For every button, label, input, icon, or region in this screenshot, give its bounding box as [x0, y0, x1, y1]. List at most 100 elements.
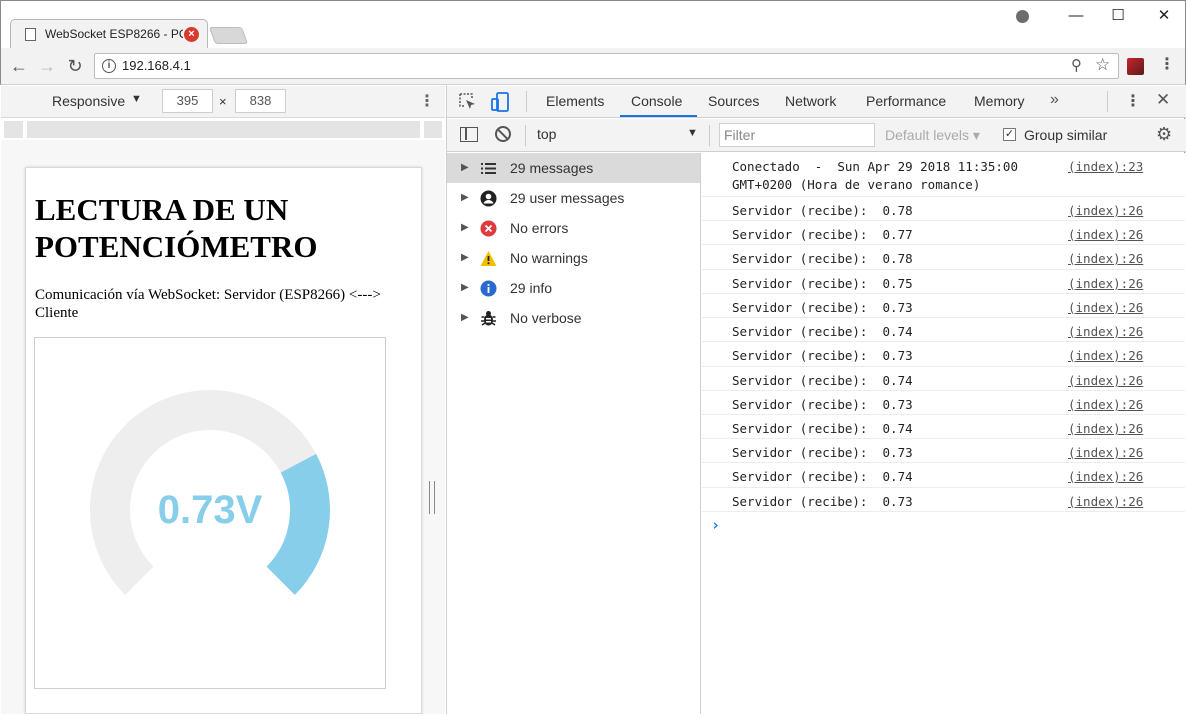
log-source-link[interactable]: (index):26	[1068, 202, 1143, 220]
browser-menu-icon[interactable]: ⋮	[1159, 54, 1175, 74]
active-tab-indicator	[620, 115, 697, 117]
log-row: Servidor (recibe): 0.78 (index):26	[702, 245, 1185, 270]
error-icon	[480, 220, 497, 237]
log-source-link[interactable]: (index):26	[1068, 468, 1143, 486]
ruler-segment[interactable]	[424, 121, 442, 138]
tab-sources[interactable]: Sources	[708, 93, 759, 109]
log-source-link[interactable]: (index):26	[1068, 347, 1143, 365]
log-source-link[interactable]: (index):23	[1068, 158, 1143, 176]
sidebar-toggle-icon[interactable]	[460, 127, 478, 142]
device-more-icon[interactable]: ⋮	[419, 91, 435, 111]
gear-icon[interactable]: ⚙	[1156, 124, 1172, 145]
ruler-segment[interactable]	[27, 121, 420, 138]
sidebar-item-label: No warnings	[510, 250, 588, 266]
log-row: Servidor (recibe): 0.73 (index):26	[702, 342, 1185, 367]
pane-resize-handle[interactable]	[429, 481, 435, 514]
console-log: Conectado - Sun Apr 29 2018 11:35:00 GMT…	[702, 153, 1185, 714]
expand-arrow-icon[interactable]: ▶	[461, 282, 469, 293]
console-prompt[interactable]: ›	[702, 516, 1185, 538]
caret-down-icon[interactable]: ▼	[687, 127, 698, 139]
address-bar[interactable]: i 192.168.4.1 ⚲ ☆	[94, 53, 1119, 79]
devtools-panel: Elements Console Sources Network Perform…	[446, 86, 1186, 714]
log-source-link[interactable]: (index):26	[1068, 420, 1143, 438]
ruler-segment[interactable]	[4, 121, 23, 138]
tab-memory[interactable]: Memory	[974, 93, 1025, 109]
extension-icon[interactable]	[1127, 58, 1144, 75]
log-message: Conectado - Sun Apr 29 2018 11:35:00 GMT…	[732, 159, 1018, 192]
tab-console[interactable]: Console	[631, 93, 682, 109]
profile-button[interactable]	[1007, 5, 1037, 27]
log-message: Servidor (recibe): 0.73	[732, 397, 913, 412]
info-icon	[480, 280, 497, 297]
device-toolbar: Responsive ▼ 395 × 838 ⋮	[1, 86, 445, 118]
log-source-link[interactable]: (index):26	[1068, 323, 1143, 341]
clear-console-icon[interactable]	[495, 126, 511, 142]
log-levels-select[interactable]: Default levels ▾	[885, 127, 980, 144]
toolbar-separator	[709, 125, 710, 146]
expand-arrow-icon[interactable]: ▶	[461, 162, 469, 173]
bookmark-star-icon[interactable]: ☆	[1095, 55, 1110, 75]
sidebar-item-messages[interactable]: ▶ 29 messages	[447, 153, 700, 183]
sidebar-item-warnings[interactable]: ▶ No warnings	[447, 243, 700, 273]
log-row: Servidor (recibe): 0.75 (index):26	[702, 270, 1185, 294]
log-source-link[interactable]: (index):26	[1068, 275, 1143, 293]
close-window-button[interactable]: ✕	[1149, 5, 1179, 27]
sidebar-item-errors[interactable]: ▶ No errors	[447, 213, 700, 243]
log-source-link[interactable]: (index):26	[1068, 299, 1143, 317]
close-devtools-icon[interactable]: ✕	[1156, 90, 1170, 110]
sidebar-item-info[interactable]: ▶ 29 info	[447, 273, 700, 303]
expand-arrow-icon[interactable]: ▶	[461, 252, 469, 263]
device-width-input[interactable]: 395	[162, 89, 213, 113]
page-subtitle: Comunicación vía WebSocket: Servidor (ES…	[35, 287, 381, 321]
more-tabs-icon[interactable]: »	[1050, 91, 1059, 109]
log-source-link[interactable]: (index):26	[1068, 396, 1143, 414]
devtools-menu-icon[interactable]: ⋮	[1125, 91, 1141, 111]
tab-performance[interactable]: Performance	[866, 93, 946, 109]
reload-button[interactable]: ↻	[64, 55, 86, 77]
context-select[interactable]: top	[537, 126, 556, 142]
log-row: Servidor (recibe): 0.77 (index):26	[702, 221, 1185, 245]
back-button[interactable]: ←	[8, 55, 30, 77]
log-row: Servidor (recibe): 0.78 (index):26	[702, 197, 1185, 221]
tab-title: WebSocket ESP8266 - POTENCIÓMETRO	[45, 27, 183, 41]
toolbar-separator	[525, 125, 526, 146]
log-message: Servidor (recibe): 0.78	[732, 203, 913, 218]
sidebar-item-label: 29 info	[510, 280, 553, 296]
log-row: Servidor (recibe): 0.74 (index):26	[702, 463, 1185, 488]
tab-close-icon[interactable]: ×	[184, 27, 199, 42]
user-icon	[480, 190, 497, 207]
minimize-button[interactable]: —	[1061, 5, 1091, 27]
log-row: Servidor (recibe): 0.74 (index):26	[702, 415, 1185, 439]
log-message: Servidor (recibe): 0.74	[732, 469, 913, 484]
log-source-link[interactable]: (index):26	[1068, 372, 1143, 390]
sidebar-item-verbose[interactable]: ▶ No verbose	[447, 303, 700, 333]
log-row: Servidor (recibe): 0.74 (index):26	[702, 367, 1185, 391]
log-source-link[interactable]: (index):26	[1068, 250, 1143, 268]
log-source-link[interactable]: (index):26	[1068, 493, 1143, 511]
zoom-icon[interactable]: ⚲	[1071, 56, 1082, 74]
forward-button[interactable]: →	[36, 55, 58, 77]
inspect-element-icon[interactable]	[458, 92, 478, 112]
new-tab-button[interactable]	[208, 27, 249, 44]
sidebar-item-label: No verbose	[510, 310, 582, 326]
browser-tab[interactable]: WebSocket ESP8266 - POTENCIÓMETRO ×	[10, 19, 208, 49]
expand-arrow-icon[interactable]: ▶	[461, 312, 469, 323]
device-mode-select[interactable]: Responsive	[52, 93, 125, 109]
caret-down-icon[interactable]: ▼	[131, 93, 142, 105]
tab-elements[interactable]: Elements	[546, 93, 604, 109]
maximize-button[interactable]: ☐	[1103, 5, 1133, 27]
device-toggle-icon[interactable]	[491, 92, 511, 112]
log-levels-label: Default levels	[885, 127, 970, 143]
tab-separator	[1107, 91, 1108, 112]
device-height-input[interactable]: 838	[235, 89, 286, 113]
sidebar-item-user-messages[interactable]: ▶ 29 user messages	[447, 183, 700, 213]
expand-arrow-icon[interactable]: ▶	[461, 192, 469, 203]
log-source-link[interactable]: (index):26	[1068, 226, 1143, 244]
log-source-link[interactable]: (index):26	[1068, 444, 1143, 462]
url-text[interactable]: 192.168.4.1	[122, 58, 191, 73]
expand-arrow-icon[interactable]: ▶	[461, 222, 469, 233]
site-info-icon[interactable]: i	[102, 59, 116, 73]
group-similar-checkbox[interactable]: ✓	[1003, 128, 1016, 141]
tab-network[interactable]: Network	[785, 93, 836, 109]
filter-input[interactable]	[719, 123, 875, 147]
